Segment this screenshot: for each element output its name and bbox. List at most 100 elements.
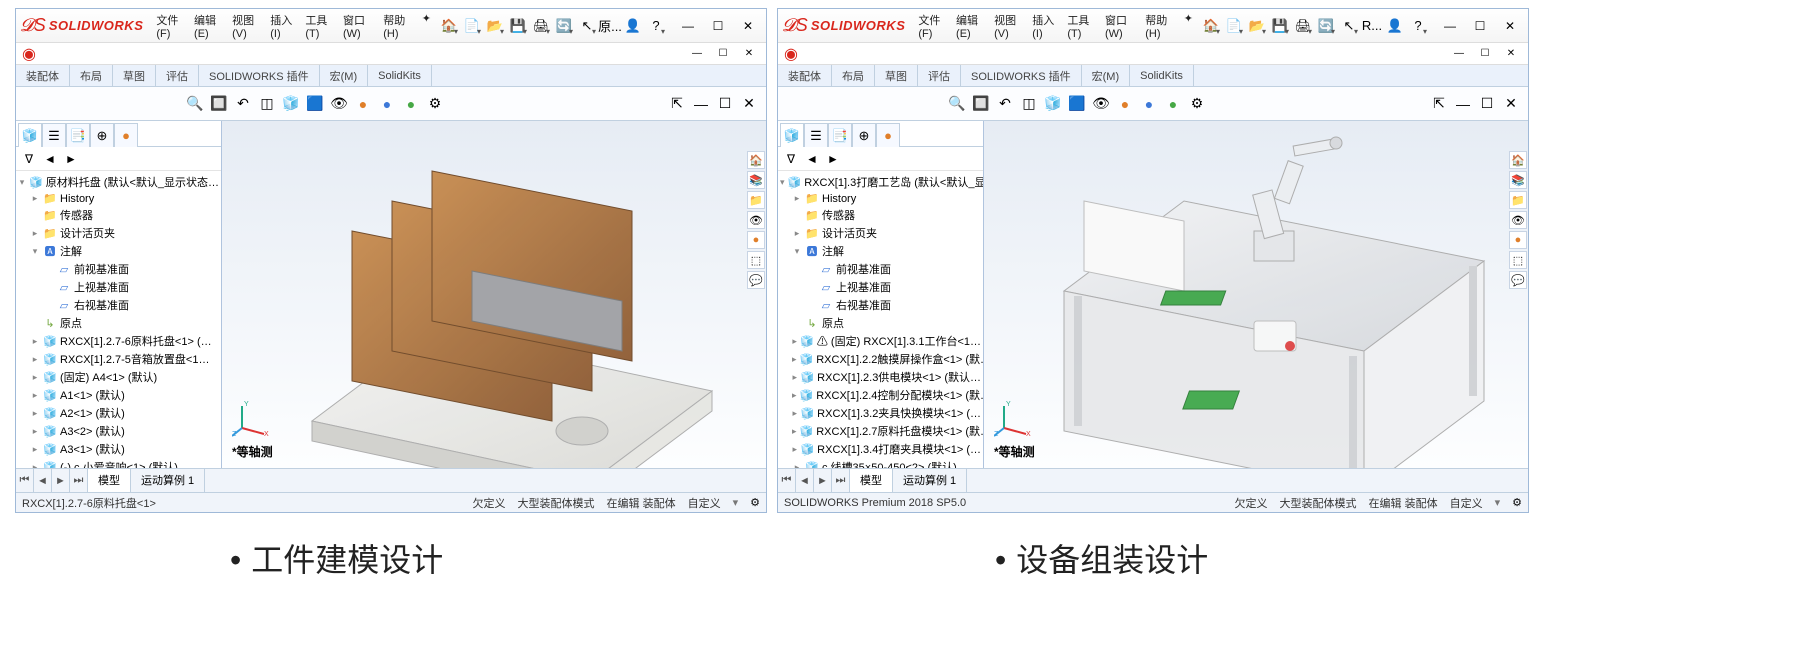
render-icon[interactable]: ● [1162, 93, 1184, 115]
taskpane-home-icon[interactable]: 🏠 [1509, 151, 1527, 169]
taskpane-explorer-icon[interactable]: 📁 [1509, 191, 1527, 209]
tab-assembly[interactable]: 装配体 [778, 65, 832, 86]
taskpane-custom-icon[interactable]: ⬚ [1509, 251, 1527, 269]
taskpane-explorer-icon[interactable]: 📁 [747, 191, 765, 209]
print-icon[interactable]: 🖨 [530, 15, 552, 37]
status-gear-icon[interactable]: ⚙ [750, 496, 760, 509]
tree-part[interactable]: ▸🧊(-) c.小爱音响<1> (默认) [16, 458, 221, 468]
taskpane-appearance-icon[interactable]: ● [1509, 231, 1527, 249]
sub-restore-button[interactable]: ☐ [1474, 43, 1496, 65]
tab-sketch[interactable]: 草图 [875, 65, 918, 86]
property-tab-icon[interactable]: ☰ [804, 123, 828, 147]
menu-window[interactable]: 窗口(W) [1100, 9, 1138, 43]
home-icon[interactable]: 🏠 [438, 15, 460, 37]
tab-solidkits[interactable]: SolidKits [368, 65, 432, 86]
taskpane-lib-icon[interactable]: 📚 [747, 171, 765, 189]
prev-view-icon[interactable]: ↶ [232, 93, 254, 115]
sub-minimize-button[interactable]: — [686, 43, 708, 65]
minimize-button[interactable]: — [674, 16, 702, 36]
user-icon[interactable]: 👤 [1384, 15, 1406, 37]
tree-right-plane[interactable]: ▱右视基准面 [16, 296, 221, 314]
tree-front-plane[interactable]: ▱前视基准面 [778, 260, 983, 278]
user-icon[interactable]: 👤 [622, 15, 644, 37]
appearance-tab-icon[interactable]: ● [114, 123, 138, 147]
tab-evaluate[interactable]: 评估 [918, 65, 961, 86]
tree-sensors[interactable]: 📁传感器 [778, 206, 983, 224]
taskpane-lib-icon[interactable]: 📚 [1509, 171, 1527, 189]
open-icon[interactable]: 📂 [1246, 15, 1268, 37]
tree-sensors[interactable]: 📁传感器 [16, 206, 221, 224]
tab-macro[interactable]: 宏(M) [320, 65, 369, 86]
tab-prev-icon[interactable]: ◄ [34, 469, 52, 492]
display-style-icon[interactable]: 🟦 [304, 93, 326, 115]
zoom-area-icon[interactable]: 🔲 [970, 93, 992, 115]
close-button[interactable]: ✕ [1496, 16, 1524, 36]
rebuild-icon[interactable]: 🔄 [1315, 15, 1337, 37]
tree-part[interactable]: ▸🧊A2<1> (默认) [16, 404, 221, 422]
menu-edit[interactable]: 编辑(E) [189, 9, 225, 43]
exit-ribbon-button[interactable]: ✕ [738, 93, 760, 115]
config-tab-icon[interactable]: 📑 [828, 123, 852, 147]
help-icon[interactable]: ? [1407, 15, 1429, 37]
taskpane-forum-icon[interactable]: 💬 [1509, 271, 1527, 289]
config-tab-icon[interactable]: 📑 [66, 123, 90, 147]
tree-part[interactable]: ▸🧊(固定) A4<1> (默认) [16, 368, 221, 386]
taskpane-view-icon[interactable]: 👁 [1509, 211, 1527, 229]
tab-last-icon[interactable]: ⏭ [832, 469, 850, 492]
tree-back-icon[interactable]: ◄ [41, 150, 59, 168]
menu-window[interactable]: 窗口(W) [338, 9, 376, 43]
taskpane-appearance-icon[interactable]: ● [747, 231, 765, 249]
menu-help[interactable]: 帮助(H) [1140, 9, 1177, 43]
tab-addins[interactable]: SOLIDWORKS 插件 [961, 65, 1082, 86]
tab-solidkits[interactable]: SolidKits [1130, 65, 1194, 86]
appearance-icon[interactable]: ● [352, 93, 374, 115]
menu-tools[interactable]: 工具(T) [1062, 9, 1098, 43]
tab-motion-study[interactable]: 运动算例 1 [893, 469, 967, 492]
save-icon[interactable]: 💾 [507, 15, 529, 37]
tree-design-binder[interactable]: ▸📁设计活页夹 [16, 224, 221, 242]
view-settings-icon[interactable]: ⚙ [1186, 93, 1208, 115]
display-tab-icon[interactable]: ⊕ [90, 123, 114, 147]
tree-part[interactable]: ▸🧊c.线槽35×50-450<2> (默认) [778, 458, 983, 468]
scene-icon[interactable]: ● [1138, 93, 1160, 115]
tree-root[interactable]: ▾🧊RXCX[1].3打磨工艺岛 (默认<默认_显… [778, 173, 983, 191]
tree-design-binder[interactable]: ▸📁设计活页夹 [778, 224, 983, 242]
feature-tree[interactable]: ▾🧊原材料托盘 (默认<默认_显示状态… ▸📁History 📁传感器 ▸📁设计… [16, 171, 221, 468]
tab-evaluate[interactable]: 评估 [156, 65, 199, 86]
toolbar-expand-icon[interactable]: ⇱ [666, 93, 688, 115]
tab-next-icon[interactable]: ► [814, 469, 832, 492]
tab-assembly[interactable]: 装配体 [16, 65, 70, 86]
graphics-viewport[interactable]: Y X Z *等轴测 🏠 📚 📁 👁 ● ⬚ 💬 [222, 121, 766, 468]
sub-restore-button[interactable]: ☐ [712, 43, 734, 65]
exit-ribbon-button[interactable]: ✕ [1500, 93, 1522, 115]
save-icon[interactable]: 💾 [1269, 15, 1291, 37]
maximize-button[interactable]: ☐ [704, 16, 732, 36]
sub-minimize-button[interactable]: — [1448, 43, 1470, 65]
taskpane-custom-icon[interactable]: ⬚ [747, 251, 765, 269]
display-tab-icon[interactable]: ⊕ [852, 123, 876, 147]
status-gear-icon[interactable]: ⚙ [1512, 496, 1522, 509]
tree-fwd-icon[interactable]: ► [62, 150, 80, 168]
tree-part[interactable]: ▸🧊RXCX[1].2.3供电模块<1> (默认… [778, 368, 983, 386]
tree-history[interactable]: ▸📁History [778, 191, 983, 206]
print-icon[interactable]: 🖨 [1292, 15, 1314, 37]
select-icon[interactable]: ↖ [1338, 15, 1360, 37]
new-icon[interactable]: 📄 [1223, 15, 1245, 37]
tab-layout[interactable]: 布局 [70, 65, 113, 86]
tab-next-icon[interactable]: ► [52, 469, 70, 492]
scene-icon[interactable]: ● [376, 93, 398, 115]
tab-first-icon[interactable]: ⏮ [778, 469, 796, 492]
tab-macro[interactable]: 宏(M) [1082, 65, 1131, 86]
tab-addins[interactable]: SOLIDWORKS 插件 [199, 65, 320, 86]
close-button[interactable]: ✕ [734, 16, 762, 36]
menu-insert[interactable]: 插入(I) [265, 9, 298, 43]
tree-fwd-icon[interactable]: ► [824, 150, 842, 168]
feature-tree-tab-icon[interactable]: 🧊 [18, 123, 42, 147]
home-icon[interactable]: 🏠 [1200, 15, 1222, 37]
open-icon[interactable]: 📂 [484, 15, 506, 37]
section-view-icon[interactable]: ◫ [256, 93, 278, 115]
tab-prev-icon[interactable]: ◄ [796, 469, 814, 492]
hide-show-icon[interactable]: 👁 [1090, 93, 1112, 115]
new-icon[interactable]: 📄 [461, 15, 483, 37]
tree-part[interactable]: ▸🧊RXCX[1].2.2触摸屏操作盒<1> (默… [778, 350, 983, 368]
